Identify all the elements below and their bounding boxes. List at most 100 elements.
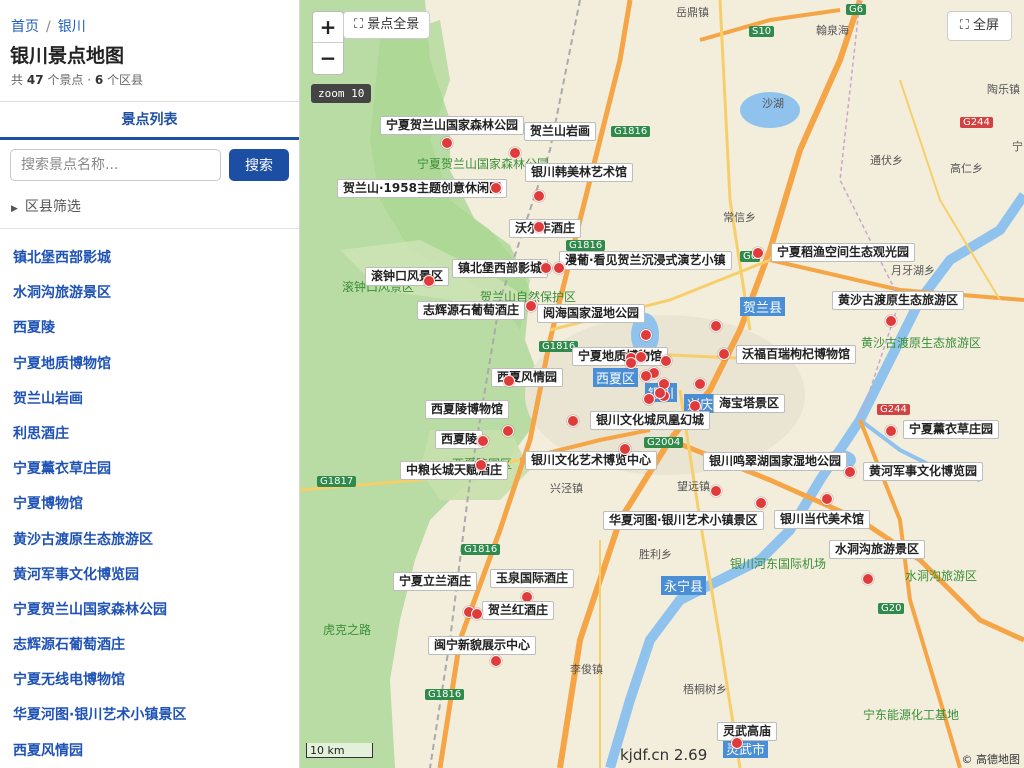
map-marker-icon[interactable] — [635, 351, 647, 363]
map-marker-icon[interactable] — [503, 375, 515, 387]
marker-label[interactable]: 黄沙古渡原生态旅游区 — [832, 291, 965, 310]
marker-label[interactable]: 黄河军事文化博览园 — [863, 462, 984, 481]
map-marker-icon[interactable] — [490, 182, 502, 194]
marker-label[interactable]: 华夏河图·银川艺术小镇景区 — [603, 511, 764, 530]
marker-label[interactable]: 海宝塔景区 — [713, 394, 786, 413]
marker-label[interactable]: 贺兰山·1958主题创意休闲区 — [337, 179, 507, 198]
map-marker-icon[interactable] — [710, 485, 722, 497]
marker-label[interactable]: 宁夏地质博物馆 — [572, 347, 669, 366]
marker-label[interactable]: 西夏陵博物馆 — [425, 400, 510, 419]
map-marker-icon[interactable] — [640, 370, 652, 382]
map-marker-icon[interactable] — [509, 147, 521, 159]
spot-list-item[interactable]: 贺兰山岩画 — [0, 382, 299, 417]
marker-label[interactable]: 宁夏稻渔空间生态观光园 — [771, 243, 916, 262]
spot-list-item[interactable]: 宁夏薰衣草庄园 — [0, 452, 299, 487]
full-view-button[interactable]: ⛶ 景点全景 — [343, 11, 431, 39]
spot-list-item[interactable]: 宁夏地质博物馆 — [0, 347, 299, 382]
map-marker-icon[interactable] — [710, 320, 722, 332]
route-shield: G1817 — [317, 476, 357, 487]
map-marker-icon[interactable] — [755, 497, 767, 509]
spot-list-item[interactable]: 利思酒庄 — [0, 417, 299, 452]
marker-label[interactable]: 镇北堡西部影城 — [452, 259, 549, 278]
spot-list-item[interactable]: 镇北堡西部影城 — [0, 241, 299, 276]
map-marker-icon[interactable] — [471, 608, 483, 620]
place-label: 宁东能源化工基地 — [863, 708, 960, 722]
map-marker-icon[interactable] — [821, 493, 833, 505]
route-shield: G2004 — [644, 437, 684, 448]
marker-label[interactable]: 水洞沟旅游景区 — [829, 540, 926, 559]
marker-label[interactable]: 灵武高庙 — [717, 722, 778, 741]
map-marker-icon[interactable] — [718, 348, 730, 360]
map-marker-icon[interactable] — [694, 378, 706, 390]
map-view[interactable]: 岳鼎镇 翰泉海 沙湖 陶乐镇 通伏乡 高仁乡 常信乡 月牙湖乡 贺兰县 兴泾镇 望远镇 胜利乡 李俊镇梧… — [300, 0, 1024, 768]
marker-label[interactable]: 沃尔丰酒庄 — [509, 219, 582, 238]
map-marker-icon[interactable] — [654, 387, 666, 399]
marker-label[interactable]: 漫葡·看见贺兰沉浸式演艺小镇 — [559, 251, 732, 270]
marker-label[interactable]: 阅海国家湿地公园 — [537, 304, 646, 323]
spot-list-item[interactable]: 宁夏博物馆 — [0, 487, 299, 522]
map-marker-icon[interactable] — [423, 275, 435, 287]
map-marker-icon[interactable] — [567, 415, 579, 427]
marker-label[interactable]: 银川鸣翠湖国家湿地公园 — [703, 452, 848, 471]
map-marker-icon[interactable] — [502, 425, 514, 437]
marker-label[interactable]: 滚钟口风景区 — [365, 267, 450, 286]
spot-list-item[interactable]: 水洞沟旅游景区 — [0, 276, 299, 311]
map-marker-icon[interactable] — [533, 190, 545, 202]
spot-list-item[interactable]: 黄沙古渡原生态旅游区 — [0, 523, 299, 558]
spot-list-item[interactable]: 黄河军事文化博览园 — [0, 558, 299, 593]
tab-spot-list[interactable]: 景点列表 — [0, 102, 299, 140]
map-marker-icon[interactable] — [475, 459, 487, 471]
map-marker-icon[interactable] — [752, 247, 764, 259]
map-marker-icon[interactable] — [490, 655, 502, 667]
map-marker-icon[interactable] — [533, 221, 545, 233]
map-marker-icon[interactable] — [731, 737, 743, 749]
marker-label[interactable]: 宁夏贺兰山国家森林公园 — [380, 116, 525, 135]
district-filter-toggle[interactable]: ▶ 区县筛选 — [11, 196, 81, 216]
marker-label[interactable]: 中粮长城天赋酒庄 — [400, 461, 509, 480]
marker-label[interactable]: 宁夏立兰酒庄 — [393, 572, 478, 591]
map-marker-icon[interactable] — [553, 262, 565, 274]
map-marker-icon[interactable] — [441, 137, 453, 149]
spot-list-item[interactable]: 华夏河图·银川艺术小镇景区 — [0, 698, 299, 733]
fullscreen-button[interactable]: ⛶ 全屏 — [946, 11, 1012, 41]
breadcrumb-current[interactable]: 银川 — [58, 19, 86, 35]
marker-label[interactable]: 银川韩美林艺术馆 — [525, 163, 634, 182]
marker-label[interactable]: 贺兰山岩画 — [524, 122, 597, 141]
map-marker-icon[interactable] — [525, 300, 537, 312]
route-shield: G1816 — [611, 126, 651, 137]
spot-list-item[interactable]: 西夏陵 — [0, 311, 299, 346]
zoom-in-button[interactable]: + — [313, 12, 343, 43]
map-marker-icon[interactable] — [540, 262, 552, 274]
marker-label[interactable]: 志辉源石葡萄酒庄 — [417, 301, 526, 320]
marker-label[interactable]: 银川文化艺术博览中心 — [525, 451, 658, 470]
map-marker-icon[interactable] — [619, 443, 631, 455]
search-input[interactable] — [10, 149, 221, 181]
spot-list-item[interactable]: 西夏风情园 — [0, 734, 299, 768]
map-marker-icon[interactable] — [660, 355, 672, 367]
place-label: 李俊镇 — [570, 663, 603, 676]
map-marker-icon[interactable] — [885, 315, 897, 327]
marker-label[interactable]: 西夏风情园 — [491, 368, 564, 387]
marker-label[interactable]: 贺兰红酒庄 — [482, 601, 555, 620]
map-marker-icon[interactable] — [643, 393, 655, 405]
marker-label[interactable]: 西夏陵 — [435, 430, 484, 449]
marker-label[interactable]: 玉泉国际酒庄 — [490, 569, 575, 588]
breadcrumb-home[interactable]: 首页 — [11, 19, 39, 35]
route-shield: S10 — [749, 26, 775, 37]
map-marker-icon[interactable] — [477, 435, 489, 447]
marker-label[interactable]: 银川当代美术馆 — [774, 510, 871, 529]
marker-label[interactable]: 宁夏薰衣草庄园 — [903, 420, 1000, 439]
zoom-out-button[interactable]: − — [313, 43, 343, 73]
search-button[interactable]: 搜索 — [229, 149, 289, 181]
marker-label[interactable]: 闽宁新貌展示中心 — [428, 636, 537, 655]
spot-list-item[interactable]: 宁夏贺兰山国家森林公园 — [0, 593, 299, 628]
map-marker-icon[interactable] — [844, 466, 856, 478]
stats-district-count: 6 — [94, 73, 104, 87]
map-marker-icon[interactable] — [862, 573, 874, 585]
map-marker-icon[interactable] — [885, 425, 897, 437]
map-marker-icon[interactable] — [640, 329, 652, 341]
marker-label[interactable]: 银川文化城凤凰幻城 — [590, 411, 711, 430]
spot-list-item[interactable]: 宁夏无线电博物馆 — [0, 663, 299, 698]
spot-list-item[interactable]: 志辉源石葡萄酒庄 — [0, 628, 299, 663]
marker-label[interactable]: 沃福百瑞枸杞博物馆 — [736, 345, 857, 364]
